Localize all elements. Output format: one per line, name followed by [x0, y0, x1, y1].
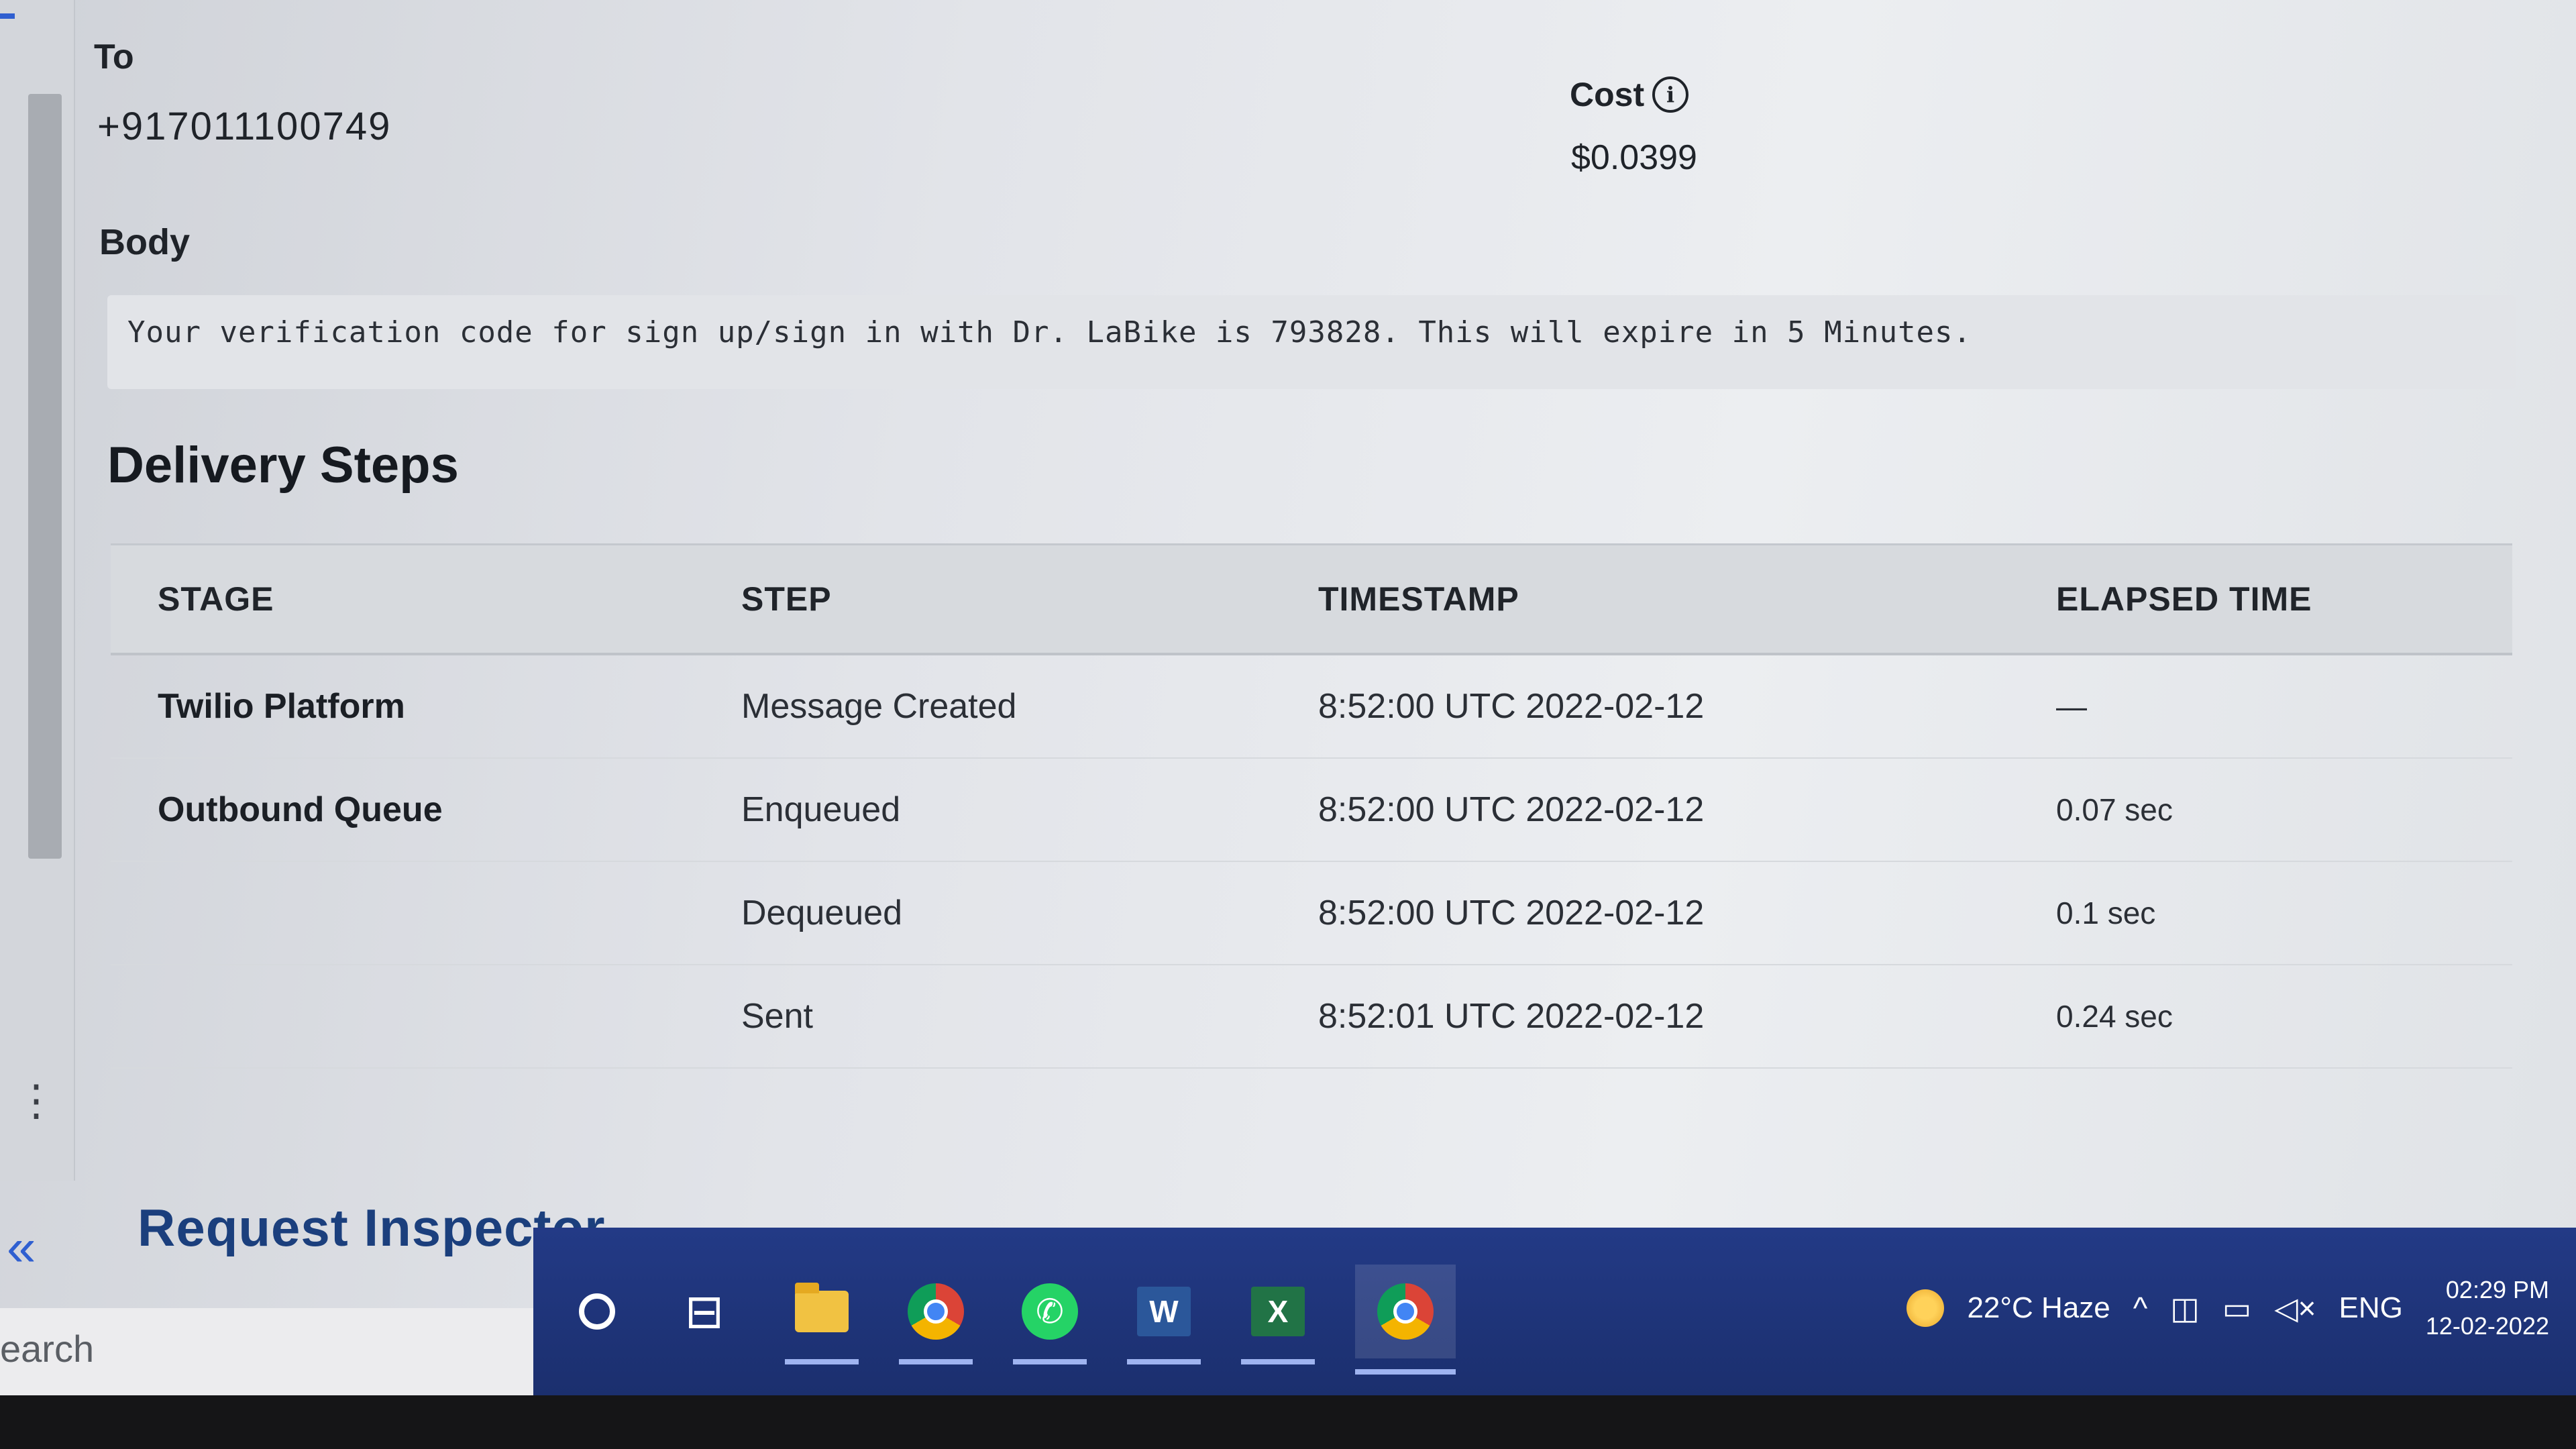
system-tray: 22°C Haze ^ ◫ ▭ ◁× ENG 02:29 PM 12-02-20… [1907, 1268, 2549, 1348]
table-row: Sent 8:52:01 UTC 2022-02-12 0.24 sec [111, 965, 2512, 1069]
volume-muted-icon[interactable]: ◁× [2274, 1290, 2316, 1326]
timestamp-cell: 8:52:00 UTC 2022-02-12 [1318, 687, 1705, 726]
cortana-icon[interactable] [560, 1275, 634, 1348]
timestamp-cell: 8:52:00 UTC 2022-02-12 [1318, 790, 1705, 829]
clock-time: 02:29 PM [2445, 1276, 2549, 1303]
excel-logo: X [1251, 1287, 1305, 1336]
file-explorer-icon[interactable] [785, 1275, 859, 1364]
weather-text[interactable]: 22°C Haze [1967, 1291, 2110, 1325]
cost-label: Cost [1570, 76, 1645, 113]
meet-now-icon[interactable]: ◫ [2170, 1290, 2199, 1326]
chrome-profile-icon[interactable] [1355, 1265, 1456, 1375]
rail-accent [0, 13, 15, 19]
stage-cell: Twilio Platform [158, 687, 405, 726]
delivery-steps-table: STAGE STEP TIMESTAMP ELAPSED TIME Twilio… [111, 543, 2512, 1069]
step-cell: Dequeued [741, 894, 902, 932]
step-cell: Message Created [741, 687, 1017, 726]
table-row: Twilio Platform Message Created 8:52:00 … [111, 655, 2512, 759]
step-cell: Enqueued [741, 790, 901, 829]
clock[interactable]: 02:29 PM 12-02-2022 [2426, 1272, 2549, 1344]
chevron-up-icon[interactable]: ^ [2133, 1290, 2148, 1326]
elapsed-cell: 0.1 sec [2056, 896, 2156, 930]
word-icon[interactable]: W [1127, 1275, 1201, 1364]
step-cell: Sent [741, 997, 813, 1036]
message-body-text: Your verification code for sign up/sign … [127, 315, 1972, 350]
collapse-sidebar-icon[interactable]: « [7, 1221, 36, 1273]
cost-label-group: Cost i [1570, 75, 1689, 114]
chrome-profile-logo [1377, 1283, 1434, 1340]
elapsed-cell: 0.24 sec [2056, 999, 2173, 1034]
info-icon[interactable]: i [1652, 76, 1689, 113]
language-indicator[interactable]: ENG [2339, 1291, 2402, 1325]
column-header-elapsed-time: ELAPSED TIME [2056, 580, 2312, 618]
left-rail: ⋮ « [0, 0, 75, 1273]
monitor-bezel [0, 1395, 2576, 1449]
column-header-step: STEP [741, 580, 832, 618]
taskbar-search[interactable]: earch [0, 1308, 533, 1395]
timestamp-cell: 8:52:00 UTC 2022-02-12 [1318, 894, 1705, 932]
chrome-icon[interactable] [899, 1275, 973, 1364]
word-logo: W [1137, 1287, 1191, 1336]
whatsapp-icon[interactable]: ✆ [1013, 1275, 1087, 1364]
elapsed-cell: 0.07 sec [2056, 792, 2173, 827]
taskbar: ⊟ ✆ W X 22°C Haze ^ ◫ ▭ ◁× ENG 02:29 PM … [533, 1228, 2576, 1395]
screen: ⋮ « To +917011100749 Cost i $0.0399 Body… [0, 0, 2576, 1449]
excel-icon[interactable]: X [1241, 1275, 1315, 1364]
whatsapp-logo: ✆ [1022, 1283, 1078, 1340]
table-row: Outbound Queue Enqueued 8:52:00 UTC 2022… [111, 759, 2512, 862]
message-body-box: Your verification code for sign up/sign … [107, 295, 2516, 389]
task-view-icon[interactable]: ⊟ [667, 1275, 741, 1348]
cost-value: $0.0399 [1571, 138, 1697, 177]
delivery-steps-title: Delivery Steps [107, 437, 459, 494]
network-icon[interactable]: ▭ [2222, 1290, 2251, 1326]
body-label: Body [99, 222, 190, 262]
stage-cell: Outbound Queue [158, 790, 443, 829]
table-header: STAGE STEP TIMESTAMP ELAPSED TIME [111, 543, 2512, 655]
table-row: Dequeued 8:52:00 UTC 2022-02-12 0.1 sec [111, 862, 2512, 965]
folder-shape [795, 1283, 849, 1332]
chrome-logo [908, 1283, 964, 1340]
elapsed-cell: — [2056, 689, 2087, 724]
to-value: +917011100749 [97, 105, 392, 148]
clock-date: 12-02-2022 [2425, 1312, 2549, 1340]
cortana-ring [579, 1293, 615, 1330]
scrollbar[interactable] [28, 94, 62, 859]
to-label: To [94, 38, 134, 76]
search-placeholder: earch [0, 1328, 95, 1370]
more-options-icon[interactable]: ⋮ [15, 1073, 58, 1127]
column-header-stage: STAGE [158, 580, 274, 618]
column-header-timestamp: TIMESTAMP [1318, 580, 1519, 618]
timestamp-cell: 8:52:01 UTC 2022-02-12 [1318, 997, 1705, 1036]
weather-icon[interactable] [1907, 1289, 1945, 1327]
